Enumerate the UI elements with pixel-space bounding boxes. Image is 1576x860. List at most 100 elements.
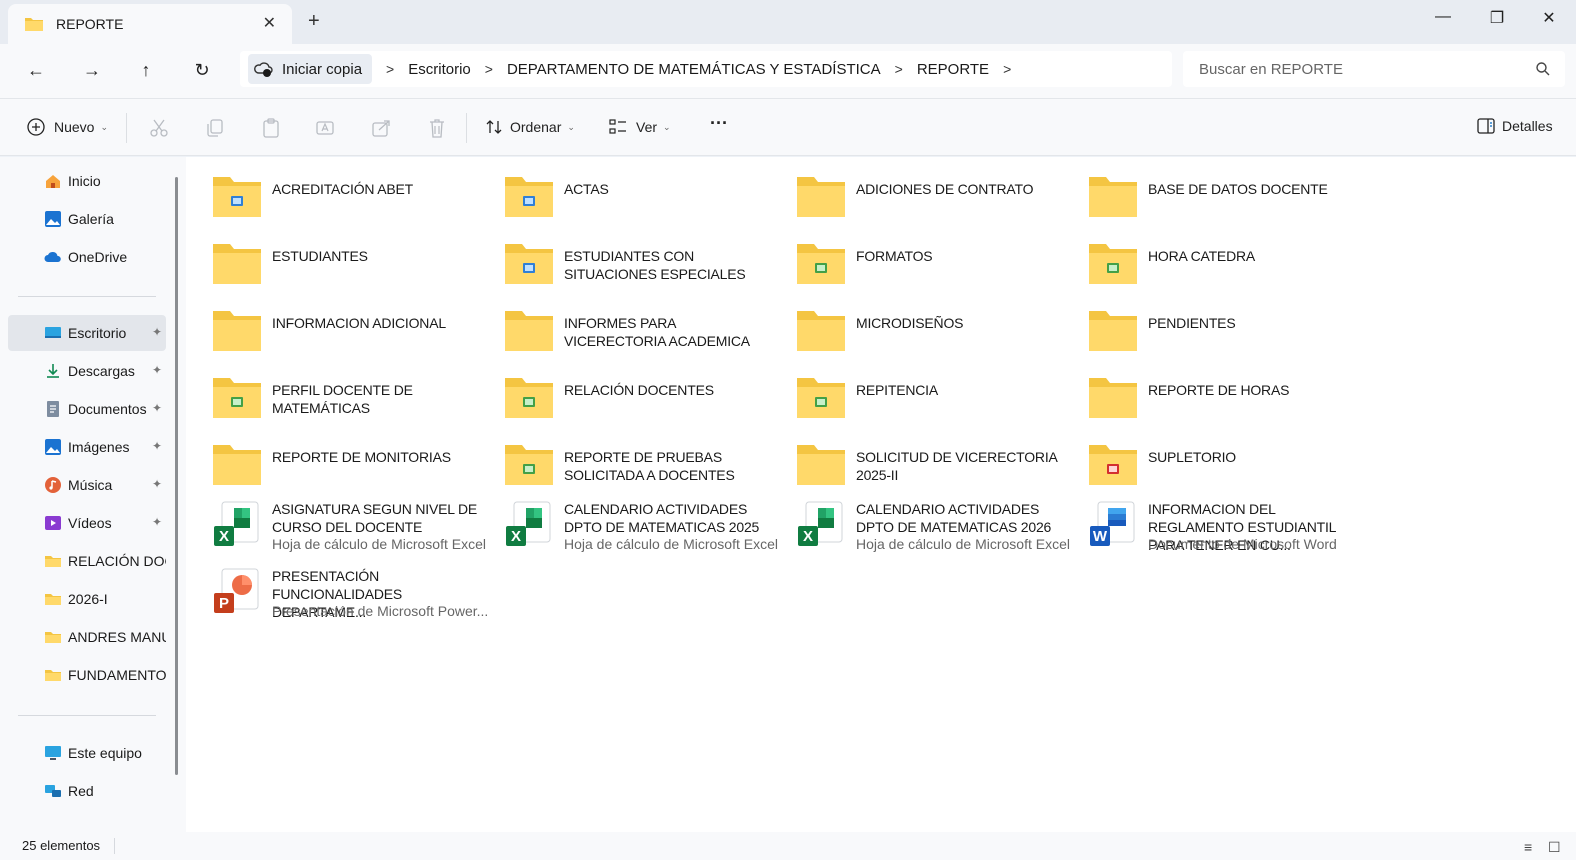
folder-icon bbox=[504, 309, 554, 353]
folder-item-pendientes[interactable]: PENDIENTES bbox=[1062, 297, 1352, 357]
tab-title: REPORTE bbox=[56, 16, 124, 32]
refresh-button[interactable]: ↻ bbox=[190, 58, 214, 82]
videos-icon bbox=[45, 516, 61, 530]
scrollbar[interactable] bbox=[175, 177, 178, 775]
cut-icon[interactable] bbox=[148, 117, 170, 139]
music-icon bbox=[45, 477, 61, 493]
close-tab-icon[interactable]: ✕ bbox=[263, 13, 276, 33]
folder-item-reporte-de-pruebas-solicitada-a-docentes[interactable]: REPORTE DE PRUEBAS SOLICITADA A DOCENTES bbox=[478, 431, 768, 491]
sidebar-item-onedrive[interactable]: › OneDrive bbox=[8, 239, 166, 275]
item-name: INFORMES PARA VICERECTORIA ACADEMICA bbox=[564, 315, 750, 349]
folder-item-informacion-adicional[interactable]: INFORMACION ADICIONAL bbox=[186, 297, 476, 357]
folder-icon bbox=[45, 632, 61, 643]
minimize-button[interactable]: — bbox=[1428, 8, 1458, 26]
powerpoint-icon: P bbox=[212, 567, 262, 613]
sidebar-item-galeria[interactable]: Galería bbox=[8, 201, 166, 237]
sidebar-item-label: Inicio bbox=[68, 173, 101, 189]
folder-item-repitencia[interactable]: REPITENCIA bbox=[770, 364, 1060, 424]
navigation-pane: Inicio Galería › OneDrive Escritorio ✦ D… bbox=[0, 157, 186, 832]
item-name: PENDIENTES bbox=[1148, 315, 1236, 331]
pin-icon[interactable]: ✦ bbox=[152, 477, 162, 491]
folder-item-supletorio[interactable]: SUPLETORIO bbox=[1062, 431, 1352, 491]
folder-item-base-de-datos-docente[interactable]: BASE DE DATOS DOCENTE bbox=[1062, 163, 1352, 223]
details-view-icon[interactable]: ≡ bbox=[1524, 839, 1532, 855]
pin-icon[interactable]: ✦ bbox=[152, 401, 162, 415]
file-item-calendario-actividades-dpto-de-matematicas-2025[interactable]: X CALENDARIO ACTIVIDADES DPTO DE MATEMATI… bbox=[478, 500, 778, 560]
close-window-button[interactable]: ✕ bbox=[1534, 8, 1564, 28]
pin-icon[interactable]: ✦ bbox=[152, 363, 162, 377]
breadcrumb-item-departamento[interactable]: DEPARTAMENTO DE MATEMÁTICAS Y ESTADÍSTIC… bbox=[507, 61, 881, 78]
sidebar-item-2026-i[interactable]: 2026-I bbox=[8, 581, 166, 617]
folder-item-estudiantes-con-situaciones-especiales[interactable]: ESTUDIANTES CON SITUACIONES ESPECIALES bbox=[478, 230, 768, 290]
details-button[interactable]: Detalles bbox=[1476, 117, 1553, 135]
item-name: INFORMACION ADICIONAL bbox=[272, 315, 446, 331]
sidebar-item-relacion-doc[interactable]: RELACIÓN DOC bbox=[8, 543, 166, 579]
sidebar-item-label: Escritorio bbox=[68, 325, 127, 341]
item-name: ASIGNATURA SEGUN NIVEL DE CURSO DEL DOCE… bbox=[272, 501, 478, 535]
breadcrumb-item-escritorio[interactable]: Escritorio bbox=[408, 61, 471, 78]
new-button[interactable]: Nuevo ⌄ bbox=[26, 117, 108, 137]
sidebar-item-este-equipo[interactable]: › Este equipo bbox=[8, 735, 166, 771]
folder-item-perfil-docente-de-matematicas[interactable]: PERFIL DOCENTE DE MATEMÁTICAS bbox=[186, 364, 476, 424]
paste-icon[interactable] bbox=[260, 117, 282, 139]
folder-item-estudiantes[interactable]: ESTUDIANTES bbox=[186, 230, 476, 290]
folder-item-adiciones-de-contrato[interactable]: ADICIONES DE CONTRATO bbox=[770, 163, 1060, 223]
breadcrumb-item-reporte[interactable]: REPORTE bbox=[917, 61, 989, 78]
item-name: HORA CATEDRA bbox=[1148, 248, 1256, 264]
divider bbox=[126, 113, 127, 143]
sidebar-item-label: Imágenes bbox=[68, 439, 130, 455]
new-tab-button[interactable]: + bbox=[308, 10, 320, 33]
sidebar-item-escritorio[interactable]: Escritorio ✦ bbox=[8, 315, 166, 351]
pin-icon[interactable]: ✦ bbox=[152, 515, 162, 529]
folder-item-informes-para-vicerectoria-academica[interactable]: INFORMES PARA VICERECTORIA ACADEMICA bbox=[478, 297, 768, 357]
pin-icon[interactable]: ✦ bbox=[152, 325, 162, 339]
tab-reporte[interactable]: REPORTE ✕ bbox=[8, 4, 292, 44]
up-button[interactable]: ↑ bbox=[134, 58, 158, 82]
file-item-presentacion-funcionalidades-departame[interactable]: P PRESENTACIÓN FUNCIONALIDADES DEPARTAME.… bbox=[186, 567, 488, 627]
sidebar-item-red[interactable]: › Red bbox=[8, 773, 166, 809]
rename-icon[interactable] bbox=[314, 117, 336, 139]
folder-item-hora-catedra[interactable]: HORA CATEDRA bbox=[1062, 230, 1352, 290]
folder-icon bbox=[25, 18, 43, 31]
sidebar-item-musica[interactable]: Música ✦ bbox=[8, 467, 166, 503]
share-icon[interactable] bbox=[370, 117, 392, 139]
item-name: PERFIL DOCENTE DE MATEMÁTICAS bbox=[272, 382, 413, 416]
sidebar-item-descargas[interactable]: Descargas ✦ bbox=[8, 353, 166, 389]
sidebar-item-andres-manu[interactable]: ANDRES MANU bbox=[8, 619, 166, 655]
chevron-right-icon[interactable]: > bbox=[1003, 61, 1011, 77]
folder-item-acreditacion-abet[interactable]: ACREDITACIÓN ABET bbox=[186, 163, 476, 223]
folder-item-formatos[interactable]: FORMATOS bbox=[770, 230, 1060, 290]
folder-item-microdisenos[interactable]: MICRODISEÑOS bbox=[770, 297, 1060, 357]
sidebar-item-inicio[interactable]: Inicio bbox=[8, 163, 166, 199]
sort-icon bbox=[486, 120, 502, 134]
sort-button[interactable]: Ordenar ⌄ bbox=[484, 117, 575, 137]
breadcrumb-home[interactable]: Iniciar copia bbox=[248, 54, 373, 84]
more-options-button[interactable]: ··· bbox=[710, 113, 728, 134]
item-name: REPORTE DE MONITORIAS bbox=[272, 449, 451, 465]
sidebar-item-label: ANDRES MANU bbox=[68, 629, 166, 645]
copy-icon[interactable] bbox=[204, 117, 226, 139]
view-button[interactable]: Ver ⌄ bbox=[608, 117, 671, 137]
folder-item-actas[interactable]: ACTAS bbox=[478, 163, 768, 223]
sidebar-item-videos[interactable]: Vídeos ✦ bbox=[8, 505, 166, 541]
sidebar-item-fundamentos[interactable]: FUNDAMENTOS bbox=[8, 657, 166, 693]
sidebar-item-documentos[interactable]: Documentos ✦ bbox=[8, 391, 166, 427]
maximize-button[interactable]: ❐ bbox=[1482, 8, 1512, 28]
file-item-calendario-actividades-dpto-de-matematicas-2026[interactable]: X CALENDARIO ACTIVIDADES DPTO DE MATEMATI… bbox=[770, 500, 1070, 560]
back-button[interactable]: ← bbox=[24, 58, 48, 82]
search-input[interactable]: Buscar en REPORTE bbox=[1183, 51, 1565, 87]
tiles-view-icon[interactable]: ☐ bbox=[1548, 839, 1561, 856]
folder-item-reporte-de-horas[interactable]: REPORTE DE HORAS bbox=[1062, 364, 1352, 424]
breadcrumb[interactable]: Iniciar copia > Escritorio > DEPARTAMENT… bbox=[240, 51, 1172, 87]
folder-item-solicitud-de-vicerectoria-2025-ii[interactable]: SOLICITUD DE VICERECTORIA 2025-II bbox=[770, 431, 1060, 491]
file-item-informacion-del-reglamento-estudiantil-para-tener-en-cu[interactable]: W INFORMACION DEL REGLAMENTO ESTUDIANTIL … bbox=[1062, 500, 1352, 560]
breadcrumb-home-label: Iniciar copia bbox=[282, 60, 363, 78]
forward-button[interactable]: → bbox=[80, 58, 104, 82]
folder-item-reporte-de-monitorias[interactable]: REPORTE DE MONITORIAS bbox=[186, 431, 476, 491]
delete-icon[interactable] bbox=[426, 117, 448, 139]
pin-icon[interactable]: ✦ bbox=[152, 439, 162, 453]
sidebar-item-imagenes[interactable]: Imágenes ✦ bbox=[8, 429, 166, 465]
file-item-asignatura-segun-nivel-de-curso-del-docente[interactable]: X ASIGNATURA SEGUN NIVEL DE CURSO DEL DOC… bbox=[186, 500, 486, 560]
address-row: ← → ↑ ↻ Iniciar copia > Escritorio > DEP… bbox=[0, 44, 1576, 98]
folder-item-relacion-docentes[interactable]: RELACIÓN DOCENTES bbox=[478, 364, 768, 424]
